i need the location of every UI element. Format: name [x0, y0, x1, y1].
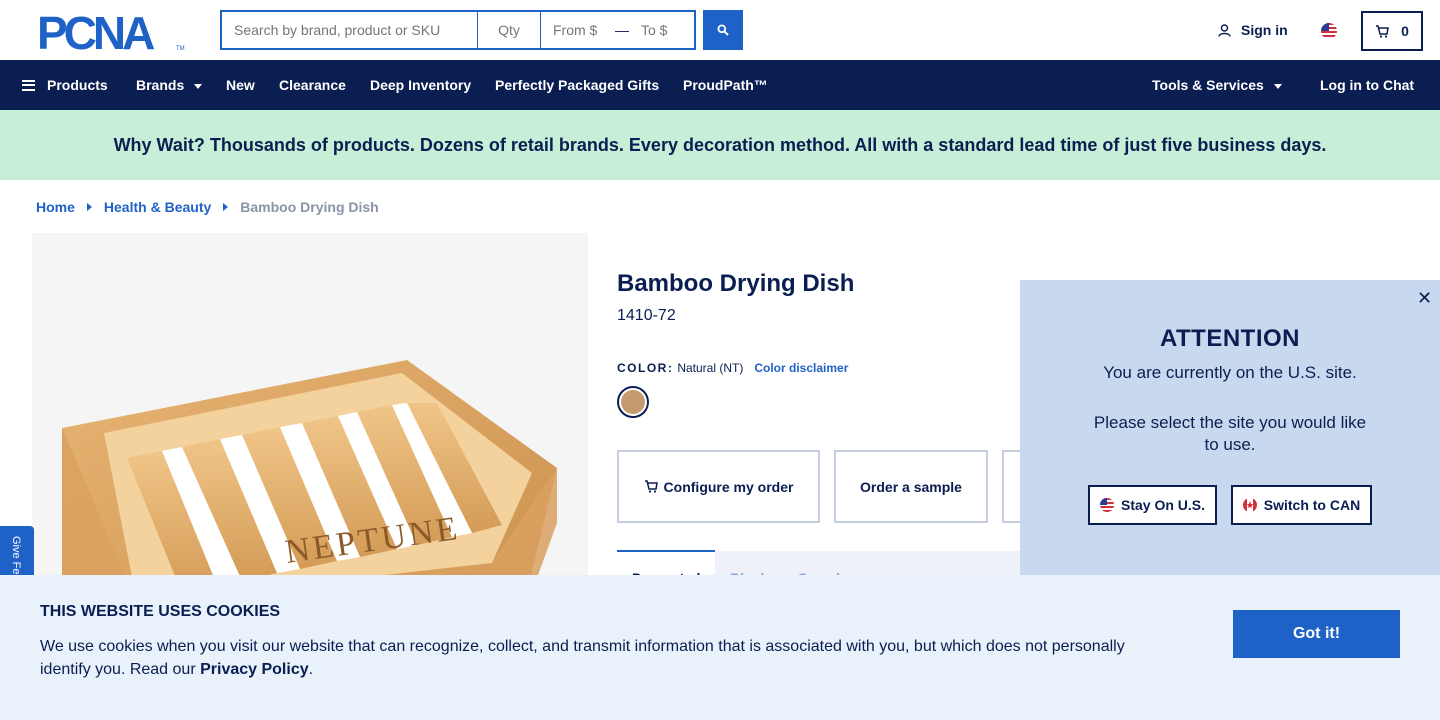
nav-proudpath-label: ProudPath™	[683, 77, 768, 93]
color-label: COLOR:	[617, 361, 674, 375]
nav-tools-services[interactable]: Tools & Services	[1152, 77, 1282, 93]
got-it-button[interactable]: Got it!	[1233, 610, 1400, 658]
sign-in-link[interactable]: Sign in	[1218, 22, 1288, 38]
stay-us-button[interactable]: Stay On U.S.	[1088, 485, 1217, 525]
nav-products-label: Products	[47, 77, 108, 93]
nav-new[interactable]: New	[226, 77, 255, 93]
chat-login-link[interactable]: Log in to Chat	[1320, 77, 1414, 93]
search-group: —	[220, 10, 696, 50]
cart-icon	[1376, 24, 1389, 38]
svg-text:TM: TM	[176, 46, 185, 52]
breadcrumb-separator-icon	[86, 203, 92, 211]
user-icon	[1218, 23, 1231, 37]
canada-flag-icon	[1242, 498, 1257, 512]
nav-products[interactable]: Products	[22, 77, 108, 93]
breadcrumb-category[interactable]: Health & Beauty	[104, 199, 211, 215]
us-flag-icon[interactable]	[1321, 23, 1337, 39]
promo-banner: Why Wait? Thousands of products. Dozens …	[0, 110, 1440, 180]
caret-down-icon	[1273, 83, 1282, 89]
nav-proudpath[interactable]: ProudPath™	[683, 77, 768, 93]
cookie-end: .	[308, 661, 314, 678]
nav-clearance-label: Clearance	[279, 77, 346, 93]
switch-can-label: Switch to CAN	[1263, 497, 1361, 513]
feedback-label: Give Feedback	[10, 536, 22, 576]
product-image[interactable]: NEPTUNE	[32, 233, 588, 633]
product-title: Bamboo Drying Dish	[617, 270, 855, 297]
breadcrumb-separator-icon	[223, 203, 229, 211]
price-range: —	[541, 10, 696, 50]
caret-down-icon	[194, 83, 203, 89]
nav-deep-inventory-label: Deep Inventory	[370, 77, 472, 93]
cart-button[interactable]: 0	[1361, 11, 1423, 51]
search-button[interactable]	[703, 10, 743, 50]
give-feedback-tab[interactable]: Give Feedback	[0, 526, 34, 576]
cart-count: 0	[1401, 23, 1409, 39]
nav-gifts-label: Perfectly Packaged Gifts	[495, 77, 660, 93]
attention-title: ATTENTION	[1159, 325, 1301, 352]
range-dash: —	[615, 22, 629, 38]
promo-text: Why Wait? Thousands of products. Dozens …	[113, 134, 1327, 155]
breadcrumb-home[interactable]: Home	[36, 199, 75, 215]
configure-order-button[interactable]: Configure my order	[617, 450, 820, 523]
switch-can-button[interactable]: Switch to CAN	[1231, 485, 1372, 525]
price-to-input[interactable]	[641, 22, 689, 38]
breadcrumb: Home Health & Beauty Bamboo Drying Dish	[36, 199, 379, 215]
color-value: Natural (NT)	[677, 361, 744, 375]
top-header: PCNA TM — Sign in 0	[0, 0, 1440, 60]
close-icon[interactable]: ✕	[1417, 288, 1432, 309]
nav-clearance[interactable]: Clearance	[279, 77, 346, 93]
swatch-fill	[621, 390, 645, 414]
menu-icon	[22, 79, 35, 91]
order-sample-label: Order a sample	[860, 478, 962, 495]
nav-tools-label: Tools & Services	[1152, 77, 1264, 93]
nav-brands-label: Brands	[136, 77, 185, 93]
configure-order-label: Configure my order	[663, 478, 794, 495]
privacy-policy-link[interactable]: Privacy Policy	[200, 661, 309, 678]
bamboo-dish-illustration: NEPTUNE	[62, 360, 557, 633]
main-nav: Products Brands New Clearance Deep Inven…	[0, 60, 1440, 110]
color-swatch-natural[interactable]	[617, 386, 649, 418]
search-icon	[717, 24, 729, 36]
us-flag-icon	[1099, 498, 1114, 512]
pcna-logo[interactable]: PCNA TM	[37, 12, 185, 52]
attention-instructions: Please select the site you would like to…	[1093, 413, 1367, 454]
attention-current-site: You are currently on the U.S. site.	[1103, 363, 1357, 382]
site-select-panel: ✕ ATTENTION You are currently on the U.S…	[1020, 280, 1440, 575]
cookie-title: THIS WEBSITE USES COOKIES	[40, 603, 281, 620]
cookie-text: We use cookies when you visit our websit…	[40, 635, 1160, 681]
color-disclaimer-link[interactable]: Color disclaimer	[754, 361, 848, 375]
nav-perfectly-packaged-gifts[interactable]: Perfectly Packaged Gifts	[495, 77, 659, 93]
sign-in-label: Sign in	[1241, 22, 1288, 38]
search-input[interactable]	[220, 10, 478, 50]
cookie-banner: THIS WEBSITE USES COOKIES We use cookies…	[0, 575, 1440, 720]
breadcrumb-current: Bamboo Drying Dish	[240, 199, 379, 215]
cart-icon	[644, 480, 658, 493]
qty-input[interactable]	[478, 10, 541, 50]
order-sample-button[interactable]: Order a sample	[834, 450, 988, 523]
color-row: COLOR: Natural (NT) Color disclaimer	[617, 361, 848, 375]
stay-us-label: Stay On U.S.	[1120, 497, 1206, 513]
nav-deep-inventory[interactable]: Deep Inventory	[370, 77, 471, 93]
chat-label: Log in to Chat	[1320, 77, 1415, 93]
svg-text:PCNA: PCNA	[37, 12, 154, 52]
nav-brands[interactable]: Brands	[136, 77, 203, 93]
price-from-input[interactable]	[553, 22, 601, 38]
product-sku: 1410-72	[617, 307, 676, 324]
nav-new-label: New	[226, 77, 255, 93]
